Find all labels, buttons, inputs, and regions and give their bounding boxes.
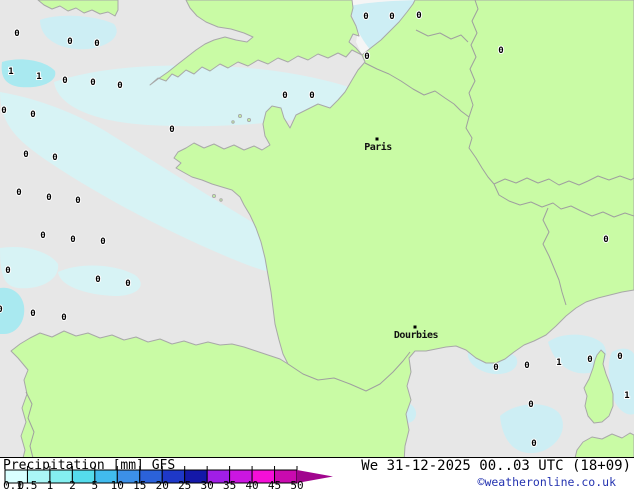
city-marker-dot bbox=[375, 137, 379, 141]
precip-value: 0 bbox=[94, 39, 99, 49]
precip-value: 0 bbox=[531, 439, 536, 449]
legend-tick-label: 40 bbox=[245, 479, 258, 490]
precip-value: 1 bbox=[556, 358, 561, 368]
city-label: Dourbies bbox=[394, 329, 439, 341]
precip-value: 0 bbox=[90, 78, 95, 88]
weather-map-page: Paris Dourbies 00011000000000000000000000… bbox=[0, 0, 634, 490]
precip-value: 0 bbox=[30, 110, 35, 120]
precip-value: 0 bbox=[169, 125, 174, 135]
precip-value: 0 bbox=[416, 11, 421, 21]
city-marker-dot bbox=[413, 325, 417, 329]
legend-tick-label: 30 bbox=[201, 479, 214, 490]
precip-value: 0 bbox=[61, 313, 66, 323]
legend-tick-label: 5 bbox=[92, 479, 99, 490]
precip-value: 0 bbox=[117, 81, 122, 91]
precip-value: 1 bbox=[36, 72, 41, 82]
legend-color-bar bbox=[4, 469, 333, 484]
precip-value: 0 bbox=[67, 37, 72, 47]
precip-value: 0 bbox=[363, 12, 368, 22]
precip-value: 0 bbox=[75, 196, 80, 206]
precip-value: 0 bbox=[23, 150, 28, 160]
legend-tick-label: 1 bbox=[47, 479, 54, 490]
legend-tick-label: 50 bbox=[290, 479, 303, 490]
small-island bbox=[212, 194, 216, 198]
precip-value: 0 bbox=[62, 76, 67, 86]
precip-value: 0 bbox=[524, 361, 529, 371]
precip-value: 0 bbox=[617, 352, 622, 362]
legend-tick-label: 45 bbox=[268, 479, 281, 490]
legend-tick-label: 2 bbox=[69, 479, 76, 490]
precipitation-map: ParisDourbies 00 01 1 0 0 00 00 0 0000 000 00 0 00 0 0… bbox=[0, 0, 634, 490]
precip-value: 0 bbox=[40, 231, 45, 241]
precip-value: 1 bbox=[624, 391, 629, 401]
precip-value: 0 bbox=[1, 106, 6, 116]
precip-value: 0 bbox=[100, 237, 105, 247]
precip-value: 0 bbox=[364, 52, 369, 62]
precip-value: 0 bbox=[70, 235, 75, 245]
legend-tick-label: 25 bbox=[178, 479, 191, 490]
precip-value: 0 bbox=[95, 275, 100, 285]
precip-value: 0 bbox=[14, 29, 19, 39]
legend: Precipitation [mm] GFS 0.10.5 1 2 5 10 15 20 25… bbox=[0, 457, 634, 490]
precip-value: 1 bbox=[8, 67, 13, 77]
precip-value: 0 bbox=[498, 46, 503, 56]
island-guernsey bbox=[247, 118, 251, 122]
forecast-timestamp: We 31-12-2025 00..03 UTC (18+09) bbox=[361, 458, 631, 474]
precip-value: 0 bbox=[125, 279, 130, 289]
precip-value: 0 bbox=[282, 91, 287, 101]
island-jersey bbox=[238, 114, 242, 118]
precip-value: 0 bbox=[389, 12, 394, 22]
precip-value: 0 bbox=[528, 400, 533, 410]
legend-tick-label: 20 bbox=[156, 479, 169, 490]
precip-value: 0 bbox=[16, 188, 21, 198]
legend-tick-label: 0.5 bbox=[18, 479, 38, 490]
precip-value: 0 bbox=[5, 266, 10, 276]
legend-tick-label: 35 bbox=[223, 479, 236, 490]
precip-value: 0 bbox=[587, 355, 592, 365]
city-label: Paris bbox=[364, 141, 392, 153]
precip-value: 0 bbox=[52, 153, 57, 163]
small-island bbox=[219, 198, 223, 202]
precip-value: 0 bbox=[30, 309, 35, 319]
precip-value: 0 bbox=[0, 305, 3, 315]
legend-tick-label: 15 bbox=[133, 479, 146, 490]
precip-value: 0 bbox=[603, 235, 608, 245]
precip-value: 0 bbox=[46, 193, 51, 203]
precip-value: 0 bbox=[493, 363, 498, 373]
small-island bbox=[231, 120, 235, 124]
precip-value: 0 bbox=[309, 91, 314, 101]
copyright-text: ©weatheronline.co.uk bbox=[478, 475, 617, 489]
legend-tick-label: 10 bbox=[111, 479, 124, 490]
